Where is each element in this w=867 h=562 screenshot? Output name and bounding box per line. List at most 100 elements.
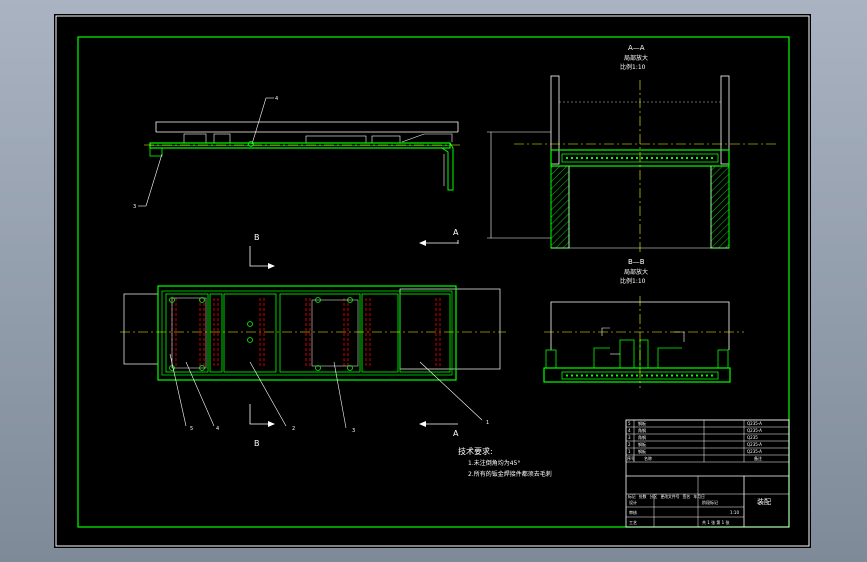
- front-top-outline: [155, 121, 459, 132]
- tb-role-review: 审核: [629, 509, 637, 515]
- sheet-frames: [55, 15, 810, 547]
- plan-balloon-5: 1: [486, 420, 489, 426]
- channel-hole: [676, 374, 678, 377]
- channel-hole: [586, 374, 588, 377]
- front-top-ramp: [401, 133, 453, 143]
- bb-left-lug: [545, 349, 557, 369]
- channel-hole: [576, 374, 578, 377]
- parts-note: Q235-A: [747, 428, 762, 433]
- tb-sign-label: 更改文件号: [660, 494, 679, 499]
- parts-name: 角钢: [638, 427, 646, 433]
- channel-hole: [656, 157, 658, 159]
- cut-arrow-b-top: [249, 246, 268, 267]
- front-right-leg: [441, 142, 454, 191]
- plan-inner-frame: [161, 290, 453, 376]
- parts-note: Q235-A: [747, 449, 762, 454]
- channel-hole: [591, 374, 593, 377]
- channel-hole: [681, 374, 683, 377]
- channel-hole: [611, 374, 613, 377]
- channel-hole: [626, 157, 628, 159]
- tech-item-1: 1.未注倒角均为45°: [468, 459, 520, 467]
- channel-hole: [601, 374, 603, 377]
- channel-hole: [606, 157, 608, 159]
- parts-name: 钢板: [638, 441, 646, 447]
- plan-panels: [165, 293, 451, 373]
- plan-bolts: [169, 297, 353, 371]
- channel-hole: [696, 374, 698, 377]
- channel-hole: [566, 374, 568, 377]
- bb-channel-holes: [566, 374, 713, 377]
- channel-hole: [636, 157, 638, 159]
- channel-hole: [611, 157, 613, 159]
- section-aa-subtitle: 局部放大: [624, 54, 648, 62]
- tb-stage: 阶段标记: [702, 499, 718, 505]
- plan-leaders: [169, 353, 483, 429]
- channel-hole: [571, 374, 573, 377]
- outer-frame: [55, 15, 810, 547]
- plan-plate-b: [311, 299, 359, 367]
- channel-hole: [571, 157, 573, 159]
- channel-hole: [711, 374, 713, 377]
- channel-hole: [581, 374, 583, 377]
- tech-title: 技术要求:: [458, 446, 493, 456]
- channel-hole: [641, 157, 643, 159]
- cut-label-b-top: B: [254, 233, 260, 242]
- front-top-box-4: [371, 135, 401, 144]
- plan-plate-a: [171, 297, 207, 369]
- plan-balloon-1: 5: [190, 426, 193, 432]
- tb-sign-label: 处数: [639, 494, 647, 499]
- cut-arrowhead-a-top: [419, 240, 426, 246]
- cad-drawing: 4 3 B B A A 5 4 2 3 1 A—A 局部放大 比例1:10 B—…: [55, 15, 810, 547]
- tb-role-design: 设计: [629, 499, 637, 505]
- channel-hole: [676, 157, 678, 159]
- channel-hole: [566, 157, 568, 159]
- bolt: [247, 337, 253, 343]
- tb-sign-labels: 标记 处数 分区 更改文件号 签名 年月日: [628, 494, 705, 499]
- cut-label-a-bottom: A: [453, 429, 459, 438]
- channel-hole: [656, 374, 658, 377]
- front-top-box-1: [183, 133, 207, 144]
- channel-hole: [636, 374, 638, 377]
- channel-hole: [686, 374, 688, 377]
- parts-no: 5: [628, 421, 631, 426]
- bb-bracket-center2: [639, 339, 649, 369]
- tb-scale: 1:10: [730, 510, 739, 515]
- aa-right-support: [710, 165, 730, 249]
- front-balloon-bottom: 3: [133, 204, 136, 210]
- parts-no: 2: [628, 442, 631, 447]
- channel-hole: [621, 157, 623, 159]
- parts-note: Q235-A: [747, 421, 762, 426]
- channel-hole: [706, 157, 708, 159]
- inner-frame: [77, 36, 790, 528]
- aa-left-post: [550, 75, 560, 165]
- plan-panel-2: [209, 293, 223, 373]
- aa-channel-holes: [566, 157, 713, 159]
- cut-arrowhead-b-top: [268, 263, 275, 269]
- parts-note: Q235: [747, 435, 758, 440]
- channel-hole: [586, 157, 588, 159]
- section-aa-title: A—A: [628, 44, 645, 52]
- tb-sheet-info: 共 1 张 第 1 张: [702, 519, 729, 525]
- section-bb-scale: 比例1:10: [620, 277, 646, 285]
- bb-detail: [674, 331, 685, 342]
- tb-sign-label: 标记: [628, 494, 636, 499]
- channel-hole: [596, 157, 598, 159]
- channel-hole: [596, 374, 598, 377]
- title-block: 5 钢板 Q235-A 4 角钢 Q235-A 3 角钢 Q235 2 钢板 Q235-A 1 钢板 Q23…: [625, 419, 790, 528]
- channel-hole: [701, 374, 703, 377]
- bb-bracket-left: [593, 347, 610, 368]
- bb-brackets: [593, 339, 682, 369]
- plan-panel-5: [361, 293, 399, 373]
- section-bb: B—B 局部放大 比例1:10: [543, 258, 744, 388]
- bolt: [247, 321, 253, 327]
- front-view: 4 3: [133, 96, 462, 210]
- front-leader-top: [251, 97, 267, 145]
- plan-panel-6: [399, 293, 451, 373]
- plan-balloon-2: 4: [216, 426, 219, 432]
- bb-right-lug: [717, 349, 729, 369]
- parts-header-name: 名称: [644, 455, 652, 461]
- channel-hole: [651, 157, 653, 159]
- channel-hole: [606, 374, 608, 377]
- parts-name: 钢板: [638, 420, 646, 426]
- cut-arrowhead-b-bottom: [268, 421, 275, 427]
